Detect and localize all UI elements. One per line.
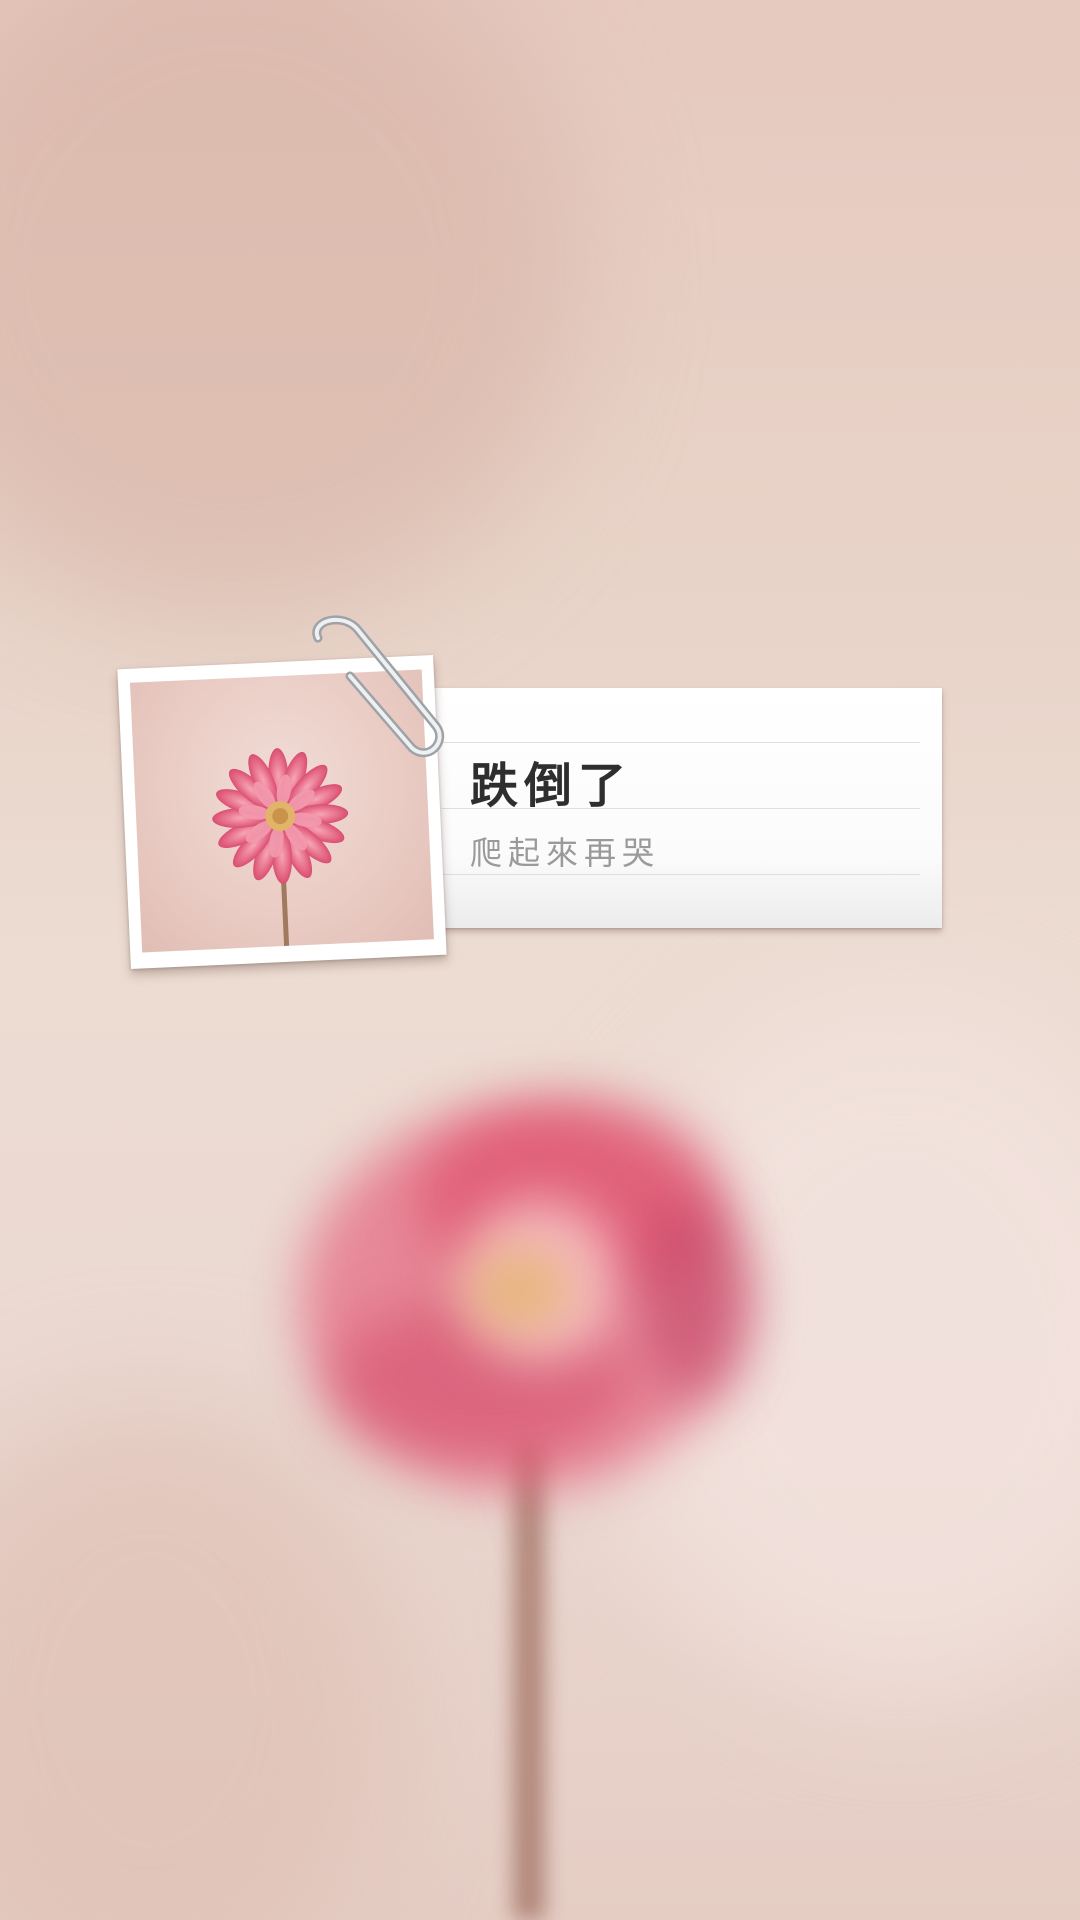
note-subtitle: 爬起來再哭	[470, 834, 661, 872]
flower-petals	[212, 748, 349, 885]
note-title: 跌倒了	[470, 758, 633, 814]
note-card: 跌倒了 爬起來再哭	[420, 688, 942, 928]
note-line	[442, 874, 920, 875]
paperclip-icon	[312, 615, 445, 758]
note-line	[442, 742, 920, 743]
blurred-flower-stem	[512, 1440, 546, 1920]
